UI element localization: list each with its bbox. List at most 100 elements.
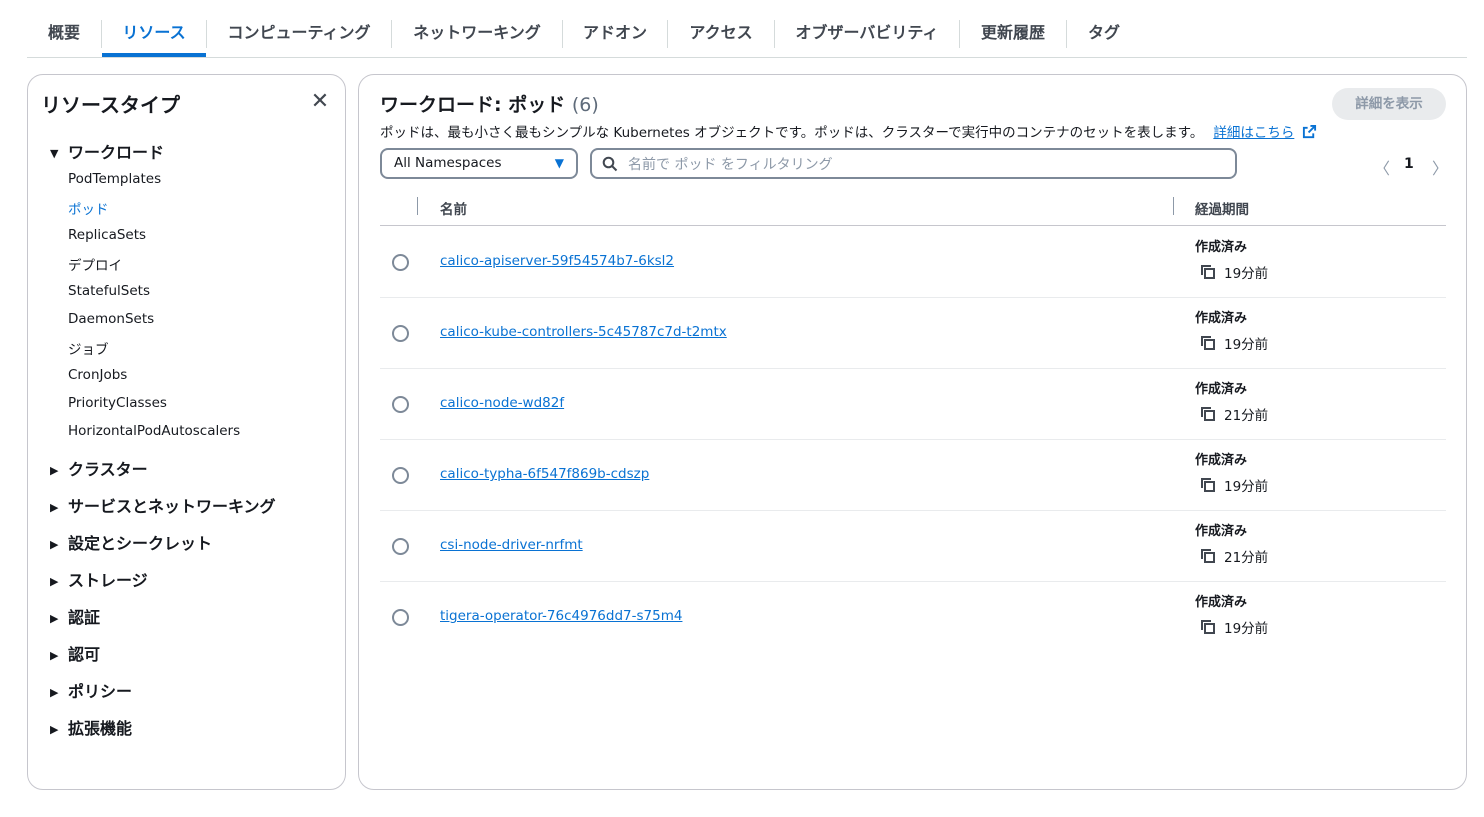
section-label: 認証 — [68, 608, 101, 627]
namespace-select[interactable]: All Namespaces ▼ — [380, 148, 578, 179]
search-input[interactable] — [626, 152, 1220, 177]
resource-tabs: 概要 リソース コンピューティング ネットワーキング アドオン アクセス オブザ… — [27, 16, 1467, 58]
caret-right-icon: ▶ — [50, 612, 59, 625]
section-label: 設定とシークレット — [68, 534, 213, 553]
section-cluster[interactable]: ▶ クラスター — [50, 456, 148, 480]
copy-icon[interactable] — [1200, 335, 1216, 351]
caret-right-icon: ▶ — [50, 686, 59, 699]
section-label: 拡張機能 — [68, 719, 133, 738]
panel-title: リソースタイプ — [41, 93, 180, 117]
sidebar-item-podtemplates[interactable]: PodTemplates — [68, 171, 161, 187]
chevron-left-icon[interactable]: 〈 — [1374, 155, 1390, 179]
section-workload[interactable]: ▼ ワークロード — [50, 139, 164, 163]
table-row: csi-node-driver-nrfmt 作成済み 21分前 — [380, 510, 1446, 582]
table-row: calico-node-wd82f 作成済み 21分前 — [380, 368, 1446, 440]
column-divider — [417, 197, 418, 215]
pod-link[interactable]: calico-typha-6f547f869b-cdszp — [440, 466, 649, 482]
tab-addons[interactable]: アドオン — [563, 16, 667, 56]
section-authorization[interactable]: ▶ 認可 — [50, 641, 100, 665]
section-extensions[interactable]: ▶ 拡張機能 — [50, 715, 132, 739]
table-row: calico-kube-controllers-5c45787c7d-t2mtx… — [380, 297, 1446, 369]
pod-link[interactable]: tigera-operator-76c4976dd7-s75m4 — [440, 608, 682, 624]
pods-panel: ワークロード: ポッド (6) 詳細を表示 ポッドは、最も小さく最もシンプルな … — [358, 74, 1467, 790]
age-label: 作成済み — [1195, 524, 1248, 539]
copy-icon[interactable] — [1200, 548, 1216, 564]
age-label: 作成済み — [1195, 453, 1248, 468]
sidebar-item-pods[interactable]: ポッド — [68, 198, 109, 218]
sidebar-item-statefulsets[interactable]: StatefulSets — [68, 283, 150, 299]
section-label: ストレージ — [68, 571, 148, 590]
tab-update-history[interactable]: 更新履歴 — [960, 16, 1066, 56]
column-name[interactable]: 名前 — [440, 198, 467, 218]
sidebar-item-cronjobs[interactable]: CronJobs — [68, 367, 127, 383]
caret-right-icon: ▶ — [50, 538, 59, 551]
caret-right-icon: ▶ — [50, 723, 59, 736]
section-storage[interactable]: ▶ ストレージ — [50, 567, 148, 591]
caret-right-icon: ▶ — [50, 464, 59, 477]
age-value: 21分前 — [1224, 550, 1269, 566]
age-value: 19分前 — [1224, 479, 1269, 495]
caret-right-icon: ▶ — [50, 575, 59, 588]
sidebar-item-jobs[interactable]: ジョブ — [68, 338, 109, 358]
section-label: 認可 — [68, 645, 101, 664]
page-number[interactable]: 1 — [1404, 156, 1414, 172]
row-radio[interactable] — [392, 254, 409, 271]
learn-more-link[interactable]: 詳細はこちら — [1213, 125, 1294, 141]
external-link-icon[interactable] — [1302, 124, 1317, 139]
sidebar-item-hpa[interactable]: HorizontalPodAutoscalers — [68, 423, 240, 439]
pod-link[interactable]: calico-apiserver-59f54574b7-6ksl2 — [440, 253, 674, 269]
description: ポッドは、最も小さく最もシンプルな Kubernetes オブジェクトです。ポッ… — [380, 121, 1317, 141]
caret-down-icon: ▼ — [554, 156, 564, 170]
sidebar-item-replicasets[interactable]: ReplicaSets — [68, 227, 146, 243]
tab-networking[interactable]: ネットワーキング — [392, 16, 562, 56]
section-label: ワークロード — [68, 143, 165, 162]
tab-observability[interactable]: オブザーバビリティ — [775, 16, 959, 56]
pod-link[interactable]: calico-kube-controllers-5c45787c7d-t2mtx — [440, 324, 727, 340]
tab-tags[interactable]: タグ — [1067, 16, 1141, 56]
tab-resources[interactable]: リソース — [102, 16, 206, 57]
column-age[interactable]: 経過期間 — [1195, 198, 1249, 218]
table-row: tigera-operator-76c4976dd7-s75m4 作成済み 19… — [380, 581, 1446, 652]
section-config-secrets[interactable]: ▶ 設定とシークレット — [50, 530, 212, 554]
item-count: (6) — [571, 94, 599, 116]
age-label: 作成済み — [1195, 595, 1248, 610]
sidebar-item-priorityclasses[interactable]: PriorityClasses — [68, 395, 167, 411]
description-text: ポッドは、最も小さく最もシンプルな Kubernetes オブジェクトです。ポッ… — [380, 125, 1204, 141]
age-value: 19分前 — [1224, 266, 1269, 282]
row-radio[interactable] — [392, 609, 409, 626]
copy-icon[interactable] — [1200, 264, 1216, 280]
table-header: 名前 経過期間 — [380, 193, 1446, 226]
section-authentication[interactable]: ▶ 認証 — [50, 604, 100, 628]
section-service-networking[interactable]: ▶ サービスとネットワーキング — [50, 493, 276, 517]
age-value: 19分前 — [1224, 337, 1269, 353]
copy-icon[interactable] — [1200, 477, 1216, 493]
close-icon[interactable]: ✕ — [309, 91, 331, 113]
pod-link[interactable]: calico-node-wd82f — [440, 395, 564, 411]
section-policy[interactable]: ▶ ポリシー — [50, 678, 132, 702]
caret-down-icon: ▼ — [50, 147, 59, 160]
age-label: 作成済み — [1195, 382, 1248, 397]
row-radio[interactable] — [392, 538, 409, 555]
tab-access[interactable]: アクセス — [668, 16, 774, 56]
tab-compute[interactable]: コンピューティング — [207, 16, 391, 56]
table-row: calico-typha-6f547f869b-cdszp 作成済み 19分前 — [380, 439, 1446, 511]
age-value: 19分前 — [1224, 621, 1269, 637]
table-row: calico-apiserver-59f54574b7-6ksl2 作成済み 1… — [380, 226, 1446, 298]
namespace-value: All Namespaces — [394, 155, 502, 171]
age-label: 作成済み — [1195, 240, 1248, 255]
copy-icon[interactable] — [1200, 619, 1216, 635]
view-details-button[interactable]: 詳細を表示 — [1332, 88, 1446, 120]
title-text: ワークロード: ポッド — [380, 94, 566, 116]
section-label: ポリシー — [68, 682, 133, 701]
sidebar-item-daemonsets[interactable]: DaemonSets — [68, 311, 154, 327]
sidebar-item-deployments[interactable]: デプロイ — [68, 254, 122, 274]
tab-overview[interactable]: 概要 — [27, 16, 101, 56]
copy-icon[interactable] — [1200, 406, 1216, 422]
pod-link[interactable]: csi-node-driver-nrfmt — [440, 537, 583, 553]
row-radio[interactable] — [392, 396, 409, 413]
row-radio[interactable] — [392, 467, 409, 484]
chevron-right-icon[interactable]: 〉 — [1432, 155, 1448, 179]
row-radio[interactable] — [392, 325, 409, 342]
search-icon — [602, 156, 618, 172]
learn-more-label: 詳細はこちら — [1213, 125, 1295, 141]
